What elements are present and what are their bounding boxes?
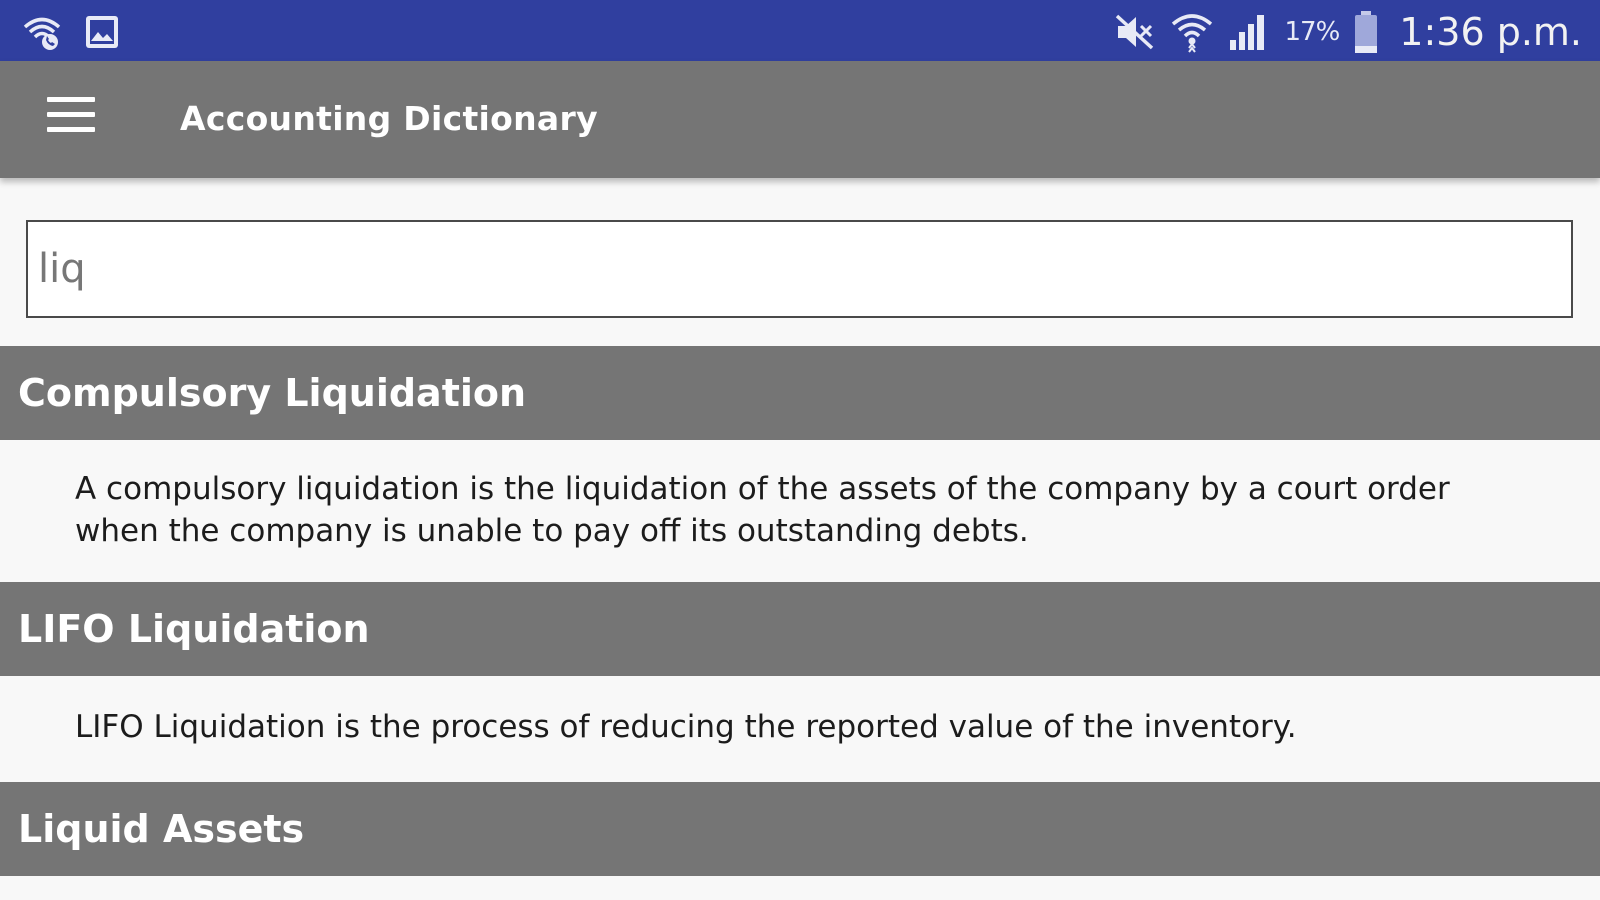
term-definition: LIFO Liquidation is the process of reduc… — [0, 676, 1600, 782]
app-bar: Accounting Dictionary — [0, 61, 1600, 178]
status-right-icons: 17% 1:36 p.m. — [1114, 8, 1582, 56]
status-time: 1:36 p.m. — [1399, 10, 1582, 54]
list-item[interactable]: Liquid Assets — [0, 782, 1600, 876]
battery-icon — [1353, 10, 1379, 54]
status-bar: 17% 1:36 p.m. — [0, 0, 1600, 61]
signal-icon — [1228, 12, 1270, 52]
list-item[interactable]: Compulsory Liquidation A compulsory liqu… — [0, 346, 1600, 582]
term-definition: A compulsory liquidation is the liquidat… — [0, 440, 1600, 582]
image-notification-icon — [84, 14, 120, 50]
mute-icon — [1114, 12, 1156, 52]
hamburger-menu-icon[interactable] — [40, 97, 96, 141]
list-item[interactable]: LIFO Liquidation LIFO Liquidation is the… — [0, 582, 1600, 782]
status-left-icons — [22, 12, 120, 52]
search-input[interactable] — [26, 220, 1573, 318]
app-title: Accounting Dictionary — [180, 99, 598, 138]
results-list: Compulsory Liquidation A compulsory liqu… — [0, 346, 1600, 876]
wifi-calling-icon — [22, 12, 62, 52]
term-header[interactable]: Liquid Assets — [0, 782, 1600, 876]
battery-percent: 17% — [1284, 17, 1340, 47]
term-header[interactable]: LIFO Liquidation — [0, 582, 1600, 676]
term-header[interactable]: Compulsory Liquidation — [0, 346, 1600, 440]
search-area — [0, 178, 1600, 346]
wifi-icon — [1170, 10, 1214, 54]
